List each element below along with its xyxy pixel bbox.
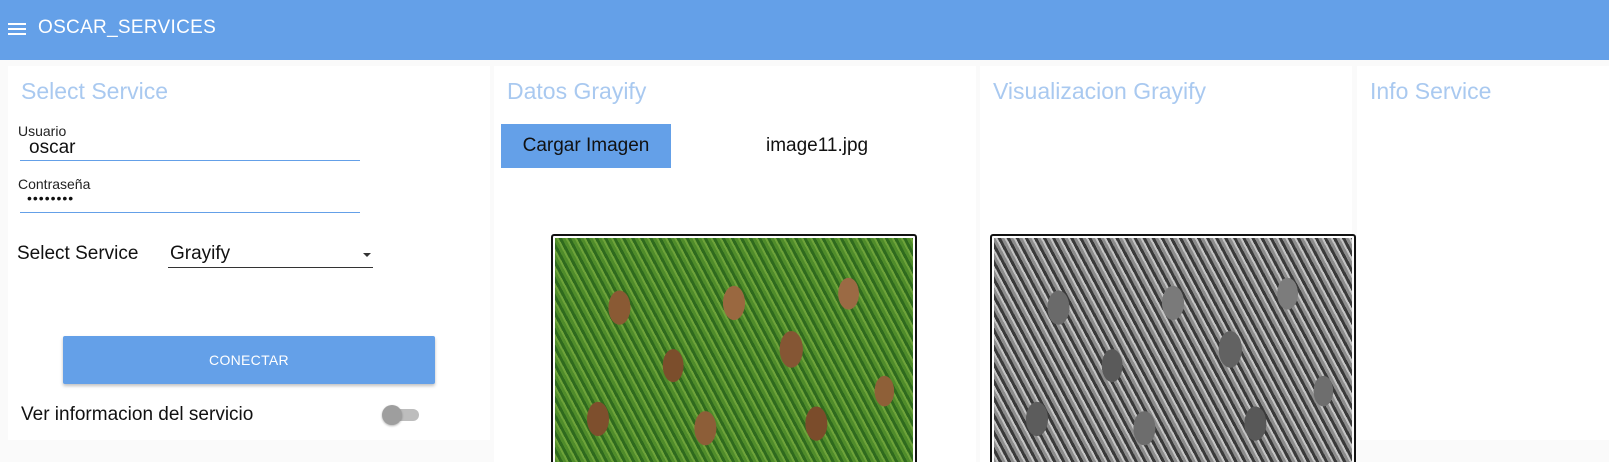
connect-button[interactable]: CONECTAR (63, 336, 435, 384)
panel-title: Info Service (1370, 78, 1492, 104)
panel-title: Visualizacion Grayify (993, 78, 1207, 104)
pinecone-photo-grayscale (994, 238, 1352, 462)
panel-title: Select Service (21, 78, 169, 104)
usuario-input[interactable]: oscar (29, 137, 75, 159)
visualizacion-panel: Visualizacion Grayify (980, 66, 1356, 462)
toggle-thumb[interactable] (382, 405, 402, 425)
service-select-value: Grayify (170, 243, 231, 264)
select-service-panel: Select Service Usuario oscar Contraseña … (8, 66, 490, 440)
chevron-down-icon (363, 253, 371, 257)
app-bar: OSCAR_SERVICES (0, 0, 1609, 60)
info-panel: Info Service (1357, 66, 1609, 440)
grayscale-image (990, 234, 1356, 462)
upload-image-button[interactable]: Cargar Imagen (501, 124, 671, 168)
info-toggle[interactable] (382, 405, 419, 425)
password-input[interactable]: •••••••• (27, 190, 74, 206)
original-image (551, 234, 917, 462)
panel-title: Datos Grayify (507, 78, 647, 104)
file-name: image11.jpg (766, 135, 869, 156)
password-underline (20, 212, 360, 213)
menu-icon[interactable] (8, 20, 28, 36)
usuario-underline (20, 160, 360, 161)
select-service-label: Select Service (17, 243, 139, 264)
pinecone-photo (555, 238, 913, 462)
app-title: OSCAR_SERVICES (38, 17, 217, 38)
datos-panel: Datos Grayify Cargar Imagen image11.jpg (494, 66, 976, 462)
info-toggle-label: Ver informacion del servicio (21, 404, 254, 425)
service-select[interactable]: Grayify (168, 242, 373, 268)
